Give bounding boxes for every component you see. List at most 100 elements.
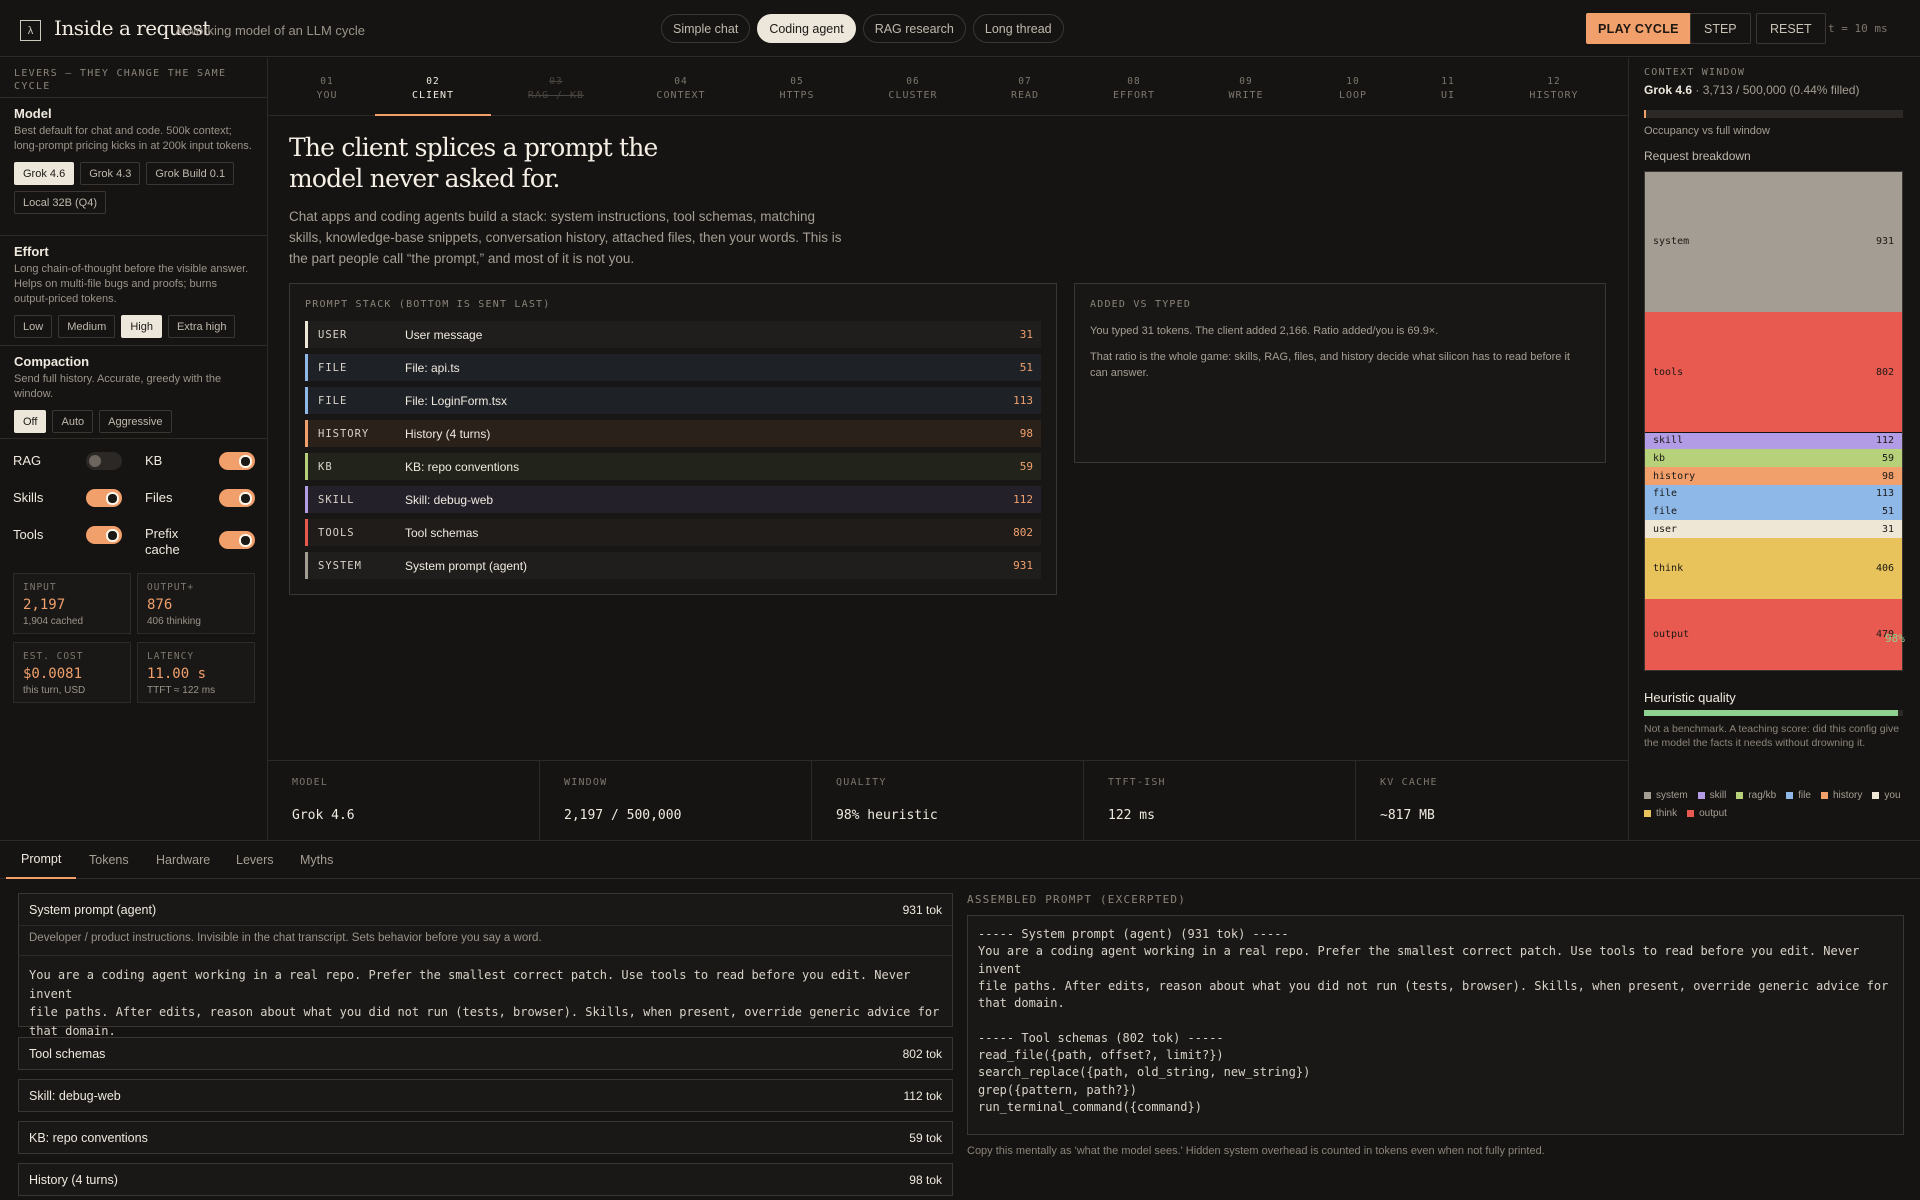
context-window-panel: CONTEXT WINDOW Grok 4.6 · 3,713 / 500,00… (1628, 58, 1920, 840)
model-section: Model Best default for chat and code. 50… (0, 98, 267, 236)
stack-row-name: History (4 turns) (405, 426, 491, 441)
compaction-desc: Send full history. Accurate, greedy with… (14, 373, 222, 400)
step-number: 01 (320, 76, 334, 87)
step-context[interactable]: 04 CONTEXT (633, 58, 729, 116)
effort-option-medium[interactable]: Medium (58, 315, 116, 338)
prompt-block-skill-debug-web[interactable]: Skill: debug-web 112 tok (18, 1079, 953, 1112)
step-loop[interactable]: 10 LOOP (1305, 58, 1401, 116)
tab-levers[interactable]: Levers (236, 841, 274, 879)
effort-option-low[interactable]: Low (14, 315, 53, 338)
prompt-block-kb-repo-conventions[interactable]: KB: repo conventions 59 tok (18, 1121, 953, 1154)
rag-toggle[interactable] (86, 452, 122, 470)
effort-option-high[interactable]: High (121, 315, 162, 338)
prompt-block-header: KB: repo conventions 59 tok (19, 1122, 952, 1153)
step-rag-kb[interactable]: 03 RAG / KB (508, 58, 604, 116)
quality-desc: Not a benchmark. A teaching score: did t… (1644, 723, 1900, 749)
stack-row-skill-debug-web[interactable]: SKILL Skill: debug-web 112 (305, 486, 1041, 513)
stack-row-file-api-ts[interactable]: FILE File: api.ts 51 (305, 354, 1041, 381)
skills-toggle[interactable] (86, 489, 122, 507)
scenario-coding-agent[interactable]: Coding agent (757, 14, 856, 43)
stack-row-file-loginform-tsx[interactable]: FILE File: LoginForm.tsx 113 (305, 387, 1041, 414)
stack-row-history-4-turns[interactable]: HISTORY History (4 turns) 98 (305, 420, 1041, 447)
compaction-option-off[interactable]: Off (14, 410, 47, 433)
rag-label: RAG (13, 453, 42, 468)
stack-row-tokens: 51 (1019, 361, 1033, 374)
stack-row-name: File: api.ts (405, 360, 460, 375)
stack-row-name: User message (405, 327, 483, 342)
tab-myths[interactable]: Myths (300, 841, 333, 879)
tab-tokens[interactable]: Tokens (89, 841, 129, 879)
page-lede: Chat apps and coding agents build a stac… (289, 209, 842, 266)
stack-row-kb-repo-conventions[interactable]: KB KB: repo conventions 59 (305, 453, 1041, 480)
step-effort[interactable]: 08 EFFORT (1086, 58, 1182, 116)
effort-option-extra-high[interactable]: Extra high (167, 315, 236, 338)
assembled-prompt-text[interactable]: ----- System prompt (agent) (931 tok) --… (967, 915, 1904, 1135)
prefix-cache-label: Prefix cache (145, 526, 180, 557)
step-client[interactable]: 02 CLIENT (375, 58, 491, 116)
compaction-section: Compaction Send full history. Accurate, … (0, 346, 267, 439)
model-option-grok-4-6[interactable]: Grok 4.6 (14, 162, 75, 185)
step-ui[interactable]: 11 UI (1400, 58, 1496, 116)
compaction-option-auto[interactable]: Auto (52, 410, 94, 433)
step-you[interactable]: 01 YOU (279, 58, 375, 116)
prefix-cache-toggle[interactable] (219, 531, 255, 549)
cost-stat: EST. COST $0.0081 this turn, USD (13, 642, 131, 703)
tools-label: Tools (13, 527, 44, 542)
breakdown-segment-user: user 31 (1645, 520, 1902, 539)
prompt-block-tool-schemas[interactable]: Tool schemas 802 tok (18, 1037, 953, 1070)
legend-label: rag/kb (1748, 790, 1777, 801)
prompt-block-title: KB: repo conventions (29, 1130, 148, 1145)
tab-hardware[interactable]: Hardware (156, 841, 210, 879)
step-label: UI (1440, 90, 1456, 101)
scenario-simple-chat[interactable]: Simple chat (661, 14, 751, 43)
segment-value: 59 (1881, 452, 1894, 464)
step-https[interactable]: 05 HTTPS (749, 58, 845, 116)
legend-label: system (1656, 790, 1688, 801)
skills-label: Skills (13, 490, 44, 505)
prompt-block-tokens: 802 tok (902, 1046, 942, 1061)
levers-sidebar: LEVERS — THEY CHANGE THE SAME CYCLE Mode… (0, 58, 268, 840)
model-option-grok-build-0-1[interactable]: Grok Build 0.1 (146, 162, 235, 185)
tab-prompt[interactable]: Prompt (6, 841, 77, 879)
system-prompt-block[interactable]: System prompt (agent) 931 tok Developer /… (18, 893, 953, 1038)
metric-label: MODEL (292, 777, 329, 788)
legend-file: file (1786, 790, 1811, 801)
step-label: WRITE (1228, 90, 1264, 101)
metric-window: WINDOW 2,197 / 500,000 (540, 761, 812, 841)
legend-label: think (1656, 808, 1678, 819)
stack-row-tokens: 113 (1013, 394, 1033, 407)
added-line-1: You typed 31 tokens. The client added 2,… (1090, 325, 1439, 337)
compaction-option-aggressive[interactable]: Aggressive (99, 410, 172, 433)
play-cycle-button[interactable]: PLAY CYCLE (1586, 13, 1691, 44)
step-number: 05 (790, 76, 804, 87)
stack-row-name: System prompt (agent) (405, 558, 528, 573)
bottom-tabs: Prompt Tokens Hardware Levers Myths (0, 840, 1920, 879)
breakdown-segment-file: file 113 (1645, 485, 1902, 503)
step-label: EFFORT (1112, 90, 1156, 101)
stack-row-user-message[interactable]: USER User message 31 (305, 321, 1041, 348)
metrics-bar: MODEL Grok 4.6 WINDOW 2,197 / 500,000 QUALIT… (268, 760, 1628, 841)
breakdown-segment-system: system 931 (1645, 172, 1902, 312)
segment-name: history (1653, 470, 1696, 482)
model-option-local-32b-q4[interactable]: Local 32B (Q4) (14, 191, 106, 214)
stack-row-tool-schemas[interactable]: TOOLS Tool schemas 802 (305, 519, 1041, 546)
scenario-rag-research[interactable]: RAG research (862, 14, 966, 43)
latency-stat: LATENCY 11.00 s TTFT ≈ 122 ms (137, 642, 255, 703)
scenario-long-thread[interactable]: Long thread (972, 14, 1064, 43)
model-option-grok-4-3[interactable]: Grok 4.3 (80, 162, 141, 185)
legend-rag-kb: rag/kb (1736, 790, 1776, 801)
step-button[interactable]: STEP (1690, 13, 1751, 44)
prompt-block-history-4-turns[interactable]: History (4 turns) 98 tok (18, 1163, 953, 1196)
kb-toggle[interactable] (219, 452, 255, 470)
stack-row-system-prompt-agent[interactable]: SYSTEM System prompt (agent) 931 (305, 552, 1041, 579)
prompt-stack-panel: PROMPT STACK (BOTTOM IS SENT LAST) USER U… (289, 283, 1057, 595)
segment-name: tools (1653, 366, 1684, 378)
step-cluster[interactable]: 06 CLUSTER (865, 58, 961, 116)
tools-toggle[interactable] (86, 526, 122, 544)
files-toggle[interactable] (219, 489, 255, 507)
step-history[interactable]: 12 HISTORY (1506, 58, 1602, 116)
step-read[interactable]: 07 READ (977, 58, 1073, 116)
breakdown-segment-skill: skill 112 (1645, 432, 1902, 450)
reset-button[interactable]: RESET (1756, 13, 1826, 44)
step-write[interactable]: 09 WRITE (1198, 58, 1294, 116)
